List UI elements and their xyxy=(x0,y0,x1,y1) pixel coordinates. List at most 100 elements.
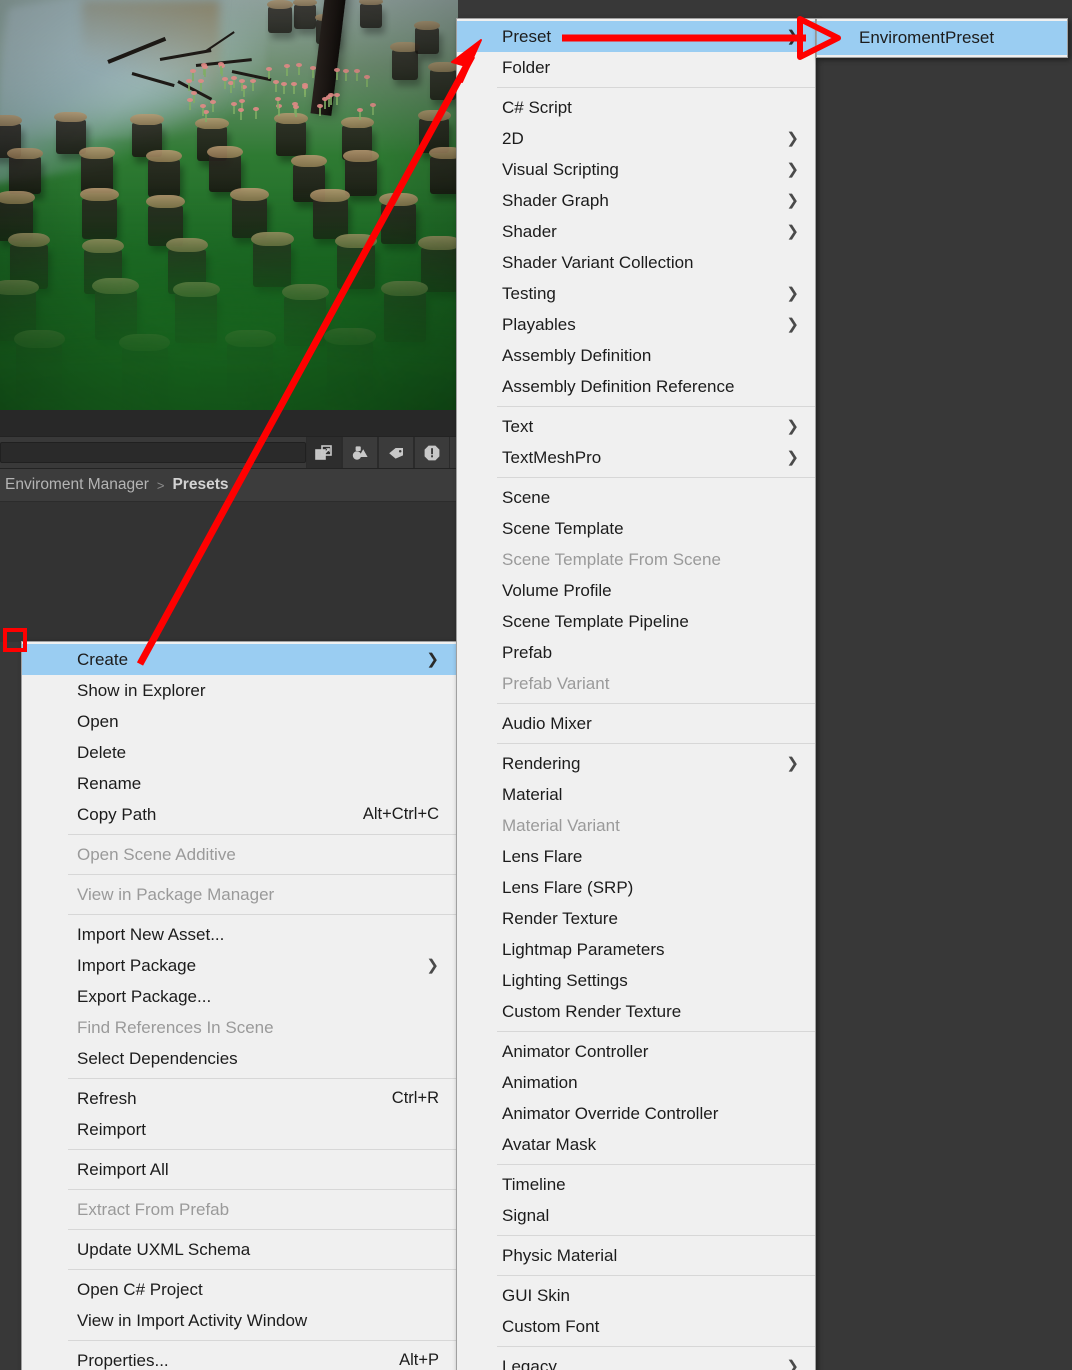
menu-separator xyxy=(68,1229,457,1230)
create-textmeshpro[interactable]: TextMeshPro ❯ xyxy=(457,442,815,473)
create-custom-font[interactable]: Custom Font xyxy=(457,1311,815,1342)
menu-item-label: Export Package... xyxy=(77,986,212,1006)
menu-item-label: Text xyxy=(502,416,534,436)
breadcrumb-root[interactable]: Enviroment Manager xyxy=(5,476,149,494)
open-in-new-window-icon[interactable] xyxy=(306,437,342,468)
label-tag-icon[interactable] xyxy=(378,437,414,468)
menu-item-label: EnviromentPreset xyxy=(859,28,995,47)
create-animator-override-controller[interactable]: Animator Override Controller xyxy=(457,1098,815,1129)
create-c-script[interactable]: C# Script xyxy=(457,92,815,123)
create-lens-flare-srp[interactable]: Lens Flare (SRP) xyxy=(457,872,815,903)
create-testing[interactable]: Testing ❯ xyxy=(457,278,815,309)
menu-item-shortcut: Alt+P xyxy=(399,1351,439,1369)
menu-item-label: Create xyxy=(77,649,129,669)
project-window-asset-grid[interactable] xyxy=(0,502,458,642)
create-2d[interactable]: 2D ❯ xyxy=(457,123,815,154)
breadcrumb[interactable]: Enviroment Manager > Presets xyxy=(0,469,458,502)
menu-item-label: Material xyxy=(502,784,563,804)
menu-item-label: Open xyxy=(77,711,119,731)
create-scene-template[interactable]: Scene Template xyxy=(457,513,815,544)
create-gui-skin[interactable]: GUI Skin xyxy=(457,1280,815,1311)
ctx-select-dependencies[interactable]: Select Dependencies xyxy=(22,1043,457,1074)
create-playables[interactable]: Playables ❯ xyxy=(457,309,815,340)
ctx-show-in-explorer[interactable]: Show in Explorer xyxy=(22,675,457,706)
create-scene[interactable]: Scene xyxy=(457,482,815,513)
create-shader-graph[interactable]: Shader Graph ❯ xyxy=(457,185,815,216)
ctx-import-new-asset[interactable]: Import New Asset... xyxy=(22,919,457,950)
ctx-properties[interactable]: Properties... Alt+P xyxy=(22,1345,457,1370)
ctx-export-package[interactable]: Export Package... xyxy=(22,981,457,1012)
project-window-header-gap xyxy=(0,410,458,436)
create-lens-flare[interactable]: Lens Flare xyxy=(457,841,815,872)
menu-item-label: GUI Skin xyxy=(502,1285,571,1305)
create-rendering[interactable]: Rendering ❯ xyxy=(457,748,815,779)
menu-item-label: Assembly Definition xyxy=(502,345,652,365)
ctx-create[interactable]: Create ❯ xyxy=(22,644,457,675)
create-prefab[interactable]: Prefab xyxy=(457,637,815,668)
menu-separator xyxy=(497,1164,815,1165)
create-audio-mixer[interactable]: Audio Mixer xyxy=(457,708,815,739)
menu-item-label: Reimport xyxy=(77,1119,146,1139)
create-assembly-definition-reference[interactable]: Assembly Definition Reference xyxy=(457,371,815,402)
ctx-refresh[interactable]: Refresh Ctrl+R xyxy=(22,1083,457,1114)
menu-item-label: Signal xyxy=(502,1205,550,1225)
create-preset[interactable]: Preset ❯ xyxy=(457,21,815,52)
create-timeline[interactable]: Timeline xyxy=(457,1169,815,1200)
menu-item-label: Custom Font xyxy=(502,1316,600,1336)
menu-separator xyxy=(497,1031,815,1032)
ctx-delete[interactable]: Delete xyxy=(22,737,457,768)
create-submenu[interactable]: Preset ❯ Folder C# Script 2D ❯ Visual Scriptin… xyxy=(456,18,816,1370)
search-input[interactable] xyxy=(0,442,306,463)
create-assembly-definition[interactable]: Assembly Definition xyxy=(457,340,815,371)
create-folder[interactable]: Folder xyxy=(457,52,815,83)
create-legacy[interactable]: Legacy ❯ xyxy=(457,1351,815,1370)
menu-separator xyxy=(68,1189,457,1190)
scene-view-panel[interactable] xyxy=(0,0,458,410)
menu-separator xyxy=(68,834,457,835)
menu-item-label: Lightmap Parameters xyxy=(502,939,665,959)
menu-item-label: Scene Template From Scene xyxy=(502,549,721,569)
menu-item-label: Find References In Scene xyxy=(77,1017,274,1037)
warning-icon[interactable] xyxy=(414,437,450,468)
create-render-texture[interactable]: Render Texture xyxy=(457,903,815,934)
ctx-update-uxml-schema[interactable]: Update UXML Schema xyxy=(22,1234,457,1265)
create-lightmap-parameters[interactable]: Lightmap Parameters xyxy=(457,934,815,965)
create-lighting-settings[interactable]: Lighting Settings xyxy=(457,965,815,996)
ctx-copy-path[interactable]: Copy Path Alt+Ctrl+C xyxy=(22,799,457,830)
menu-item-label: Material Variant xyxy=(502,815,620,835)
preset-enviromentpreset[interactable]: EnviromentPreset xyxy=(817,21,1067,55)
create-text[interactable]: Text ❯ xyxy=(457,411,815,442)
create-physic-material[interactable]: Physic Material xyxy=(457,1240,815,1271)
ctx-open-c-project[interactable]: Open C# Project xyxy=(22,1274,457,1305)
breadcrumb-current[interactable]: Presets xyxy=(172,476,228,494)
create-shader-variant-collection[interactable]: Shader Variant Collection xyxy=(457,247,815,278)
menu-separator xyxy=(68,1149,457,1150)
ctx-view-in-import-activity-window[interactable]: View in Import Activity Window xyxy=(22,1305,457,1336)
menu-item-label: Legacy xyxy=(502,1356,557,1370)
create-scene-template-pipeline[interactable]: Scene Template Pipeline xyxy=(457,606,815,637)
create-shader[interactable]: Shader ❯ xyxy=(457,216,815,247)
menu-separator xyxy=(497,703,815,704)
create-animator-controller[interactable]: Animator Controller xyxy=(457,1036,815,1067)
create-avatar-mask[interactable]: Avatar Mask xyxy=(457,1129,815,1160)
create-visual-scripting[interactable]: Visual Scripting ❯ xyxy=(457,154,815,185)
ctx-rename[interactable]: Rename xyxy=(22,768,457,799)
create-custom-render-texture[interactable]: Custom Render Texture xyxy=(457,996,815,1027)
menu-item-label: Assembly Definition Reference xyxy=(502,376,735,396)
ctx-open[interactable]: Open xyxy=(22,706,457,737)
create-animation[interactable]: Animation xyxy=(457,1067,815,1098)
create-signal[interactable]: Signal xyxy=(457,1200,815,1231)
ctx-import-package[interactable]: Import Package ❯ xyxy=(22,950,457,981)
menu-item-label: Physic Material xyxy=(502,1245,618,1265)
menu-separator xyxy=(497,87,815,88)
menu-item-label: Select Dependencies xyxy=(77,1048,238,1068)
ctx-reimport-all[interactable]: Reimport All xyxy=(22,1154,457,1185)
ctx-reimport[interactable]: Reimport xyxy=(22,1114,457,1145)
create-volume-profile[interactable]: Volume Profile xyxy=(457,575,815,606)
filter-by-type-icon[interactable] xyxy=(342,437,378,468)
project-asset-context-menu[interactable]: Create ❯ Show in Explorer Open Delete Rename C… xyxy=(21,641,458,1370)
menu-item-label: Lens Flare xyxy=(502,846,583,866)
create-material[interactable]: Material xyxy=(457,779,815,810)
ctx-open-scene-additive: Open Scene Additive xyxy=(22,839,457,870)
preset-submenu[interactable]: EnviromentPreset xyxy=(816,18,1068,58)
